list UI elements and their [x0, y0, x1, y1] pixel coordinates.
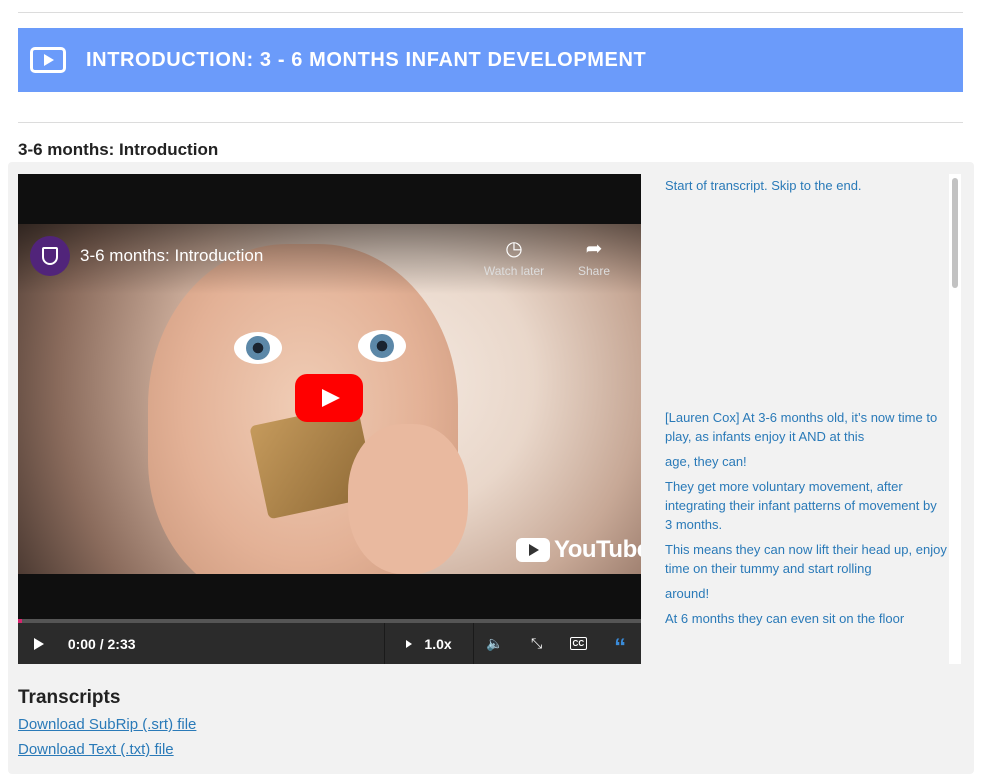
banner-title: INTRODUCTION: 3 - 6 MONTHS INFANT DEVELO… [86, 48, 647, 71]
video-player[interactable]: 3-6 months: Introduction ◷ Watch later ➦… [18, 174, 641, 664]
video-play-icon [30, 47, 66, 73]
transcript-toggle-button[interactable]: “ [599, 623, 641, 664]
youtube-play-button[interactable] [295, 374, 363, 422]
transcript-skip-link[interactable]: Start of transcript. Skip to the end. [665, 176, 862, 195]
captions-button[interactable]: CC [557, 623, 599, 664]
transcript-line[interactable]: around! [665, 584, 947, 603]
channel-logo-icon[interactable] [30, 236, 70, 276]
quote-icon: “ [614, 633, 627, 661]
watch-later-button[interactable]: ◷ Watch later [474, 236, 554, 278]
transcript-scrollbar[interactable] [949, 174, 961, 664]
youtube-logo-icon [516, 538, 550, 562]
share-button[interactable]: ➦ Share [554, 236, 634, 278]
speed-label: 1.0x [424, 635, 452, 652]
cc-icon: CC [569, 637, 588, 650]
watch-later-label: Watch later [483, 264, 545, 278]
section-banner: INTRODUCTION: 3 - 6 MONTHS INFANT DEVELO… [18, 28, 963, 92]
transcript-panel[interactable]: Start of transcript. Skip to the end. [L… [665, 174, 947, 664]
share-label: Share [577, 264, 611, 278]
baby-eye-right [358, 330, 406, 362]
download-txt-link[interactable]: Download Text (.txt) file [18, 741, 174, 758]
speed-button[interactable]: 1.0x [385, 623, 473, 664]
transcript-line[interactable]: At 6 months they can even sit on the flo… [665, 609, 947, 628]
transcript-lines: [Lauren Cox] At 3-6 months old, it’s now… [665, 408, 947, 634]
baby-eye-left [234, 332, 282, 364]
youtube-watermark[interactable]: YouTube [516, 536, 641, 564]
transcript-line[interactable]: They get more voluntary movement, after … [665, 477, 947, 534]
shield-icon [42, 247, 58, 265]
play-icon[interactable] [18, 623, 58, 664]
video-title[interactable]: 3-6 months: Introduction [80, 246, 263, 266]
player-controls: 0:00 / 2:33 1.0x 🔈 ⤡ CC “ [18, 623, 641, 664]
section-title: 3-6 months: Introduction [18, 140, 219, 159]
transcript-line[interactable]: age, they can! [665, 452, 947, 471]
transcript-line[interactable]: [Lauren Cox] At 3-6 months old, it’s now… [665, 408, 947, 446]
youtube-wordmark: YouTube [554, 536, 641, 563]
clock-icon: ◷ [505, 238, 523, 260]
play-small-icon [406, 639, 413, 648]
transcripts-heading: Transcripts [18, 687, 121, 708]
time-display: 0:00 / 2:33 [67, 635, 136, 652]
share-arrow-icon: ➦ [585, 238, 603, 260]
top-divider [18, 12, 963, 13]
download-srt-link[interactable]: Download SubRip (.srt) file [18, 716, 196, 733]
transcript-line[interactable]: This means they can now lift their head … [665, 540, 947, 578]
mid-divider [18, 122, 963, 123]
baby-hand [348, 424, 468, 574]
fullscreen-icon[interactable]: ⤡ [516, 623, 558, 664]
volume-icon[interactable]: 🔈 [474, 623, 516, 664]
scrollbar-thumb[interactable] [952, 178, 958, 288]
